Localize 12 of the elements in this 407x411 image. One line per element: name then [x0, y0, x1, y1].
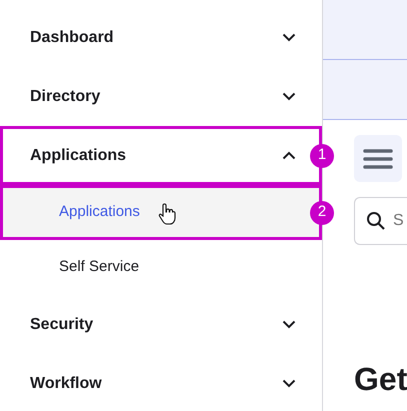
page-heading: Get [354, 360, 407, 399]
chevron-down-icon [282, 92, 296, 101]
callout-number: 1 [310, 144, 334, 168]
menu-icon [363, 148, 393, 170]
menu-button[interactable] [354, 135, 402, 182]
search-field[interactable]: S [354, 197, 407, 245]
callout-number: 2 [310, 200, 334, 224]
chevron-down-icon [282, 379, 296, 388]
chevron-down-icon [282, 33, 296, 42]
hand-cursor-icon [158, 203, 176, 225]
chevron-down-icon [282, 320, 296, 329]
chevron-up-icon [282, 151, 296, 160]
